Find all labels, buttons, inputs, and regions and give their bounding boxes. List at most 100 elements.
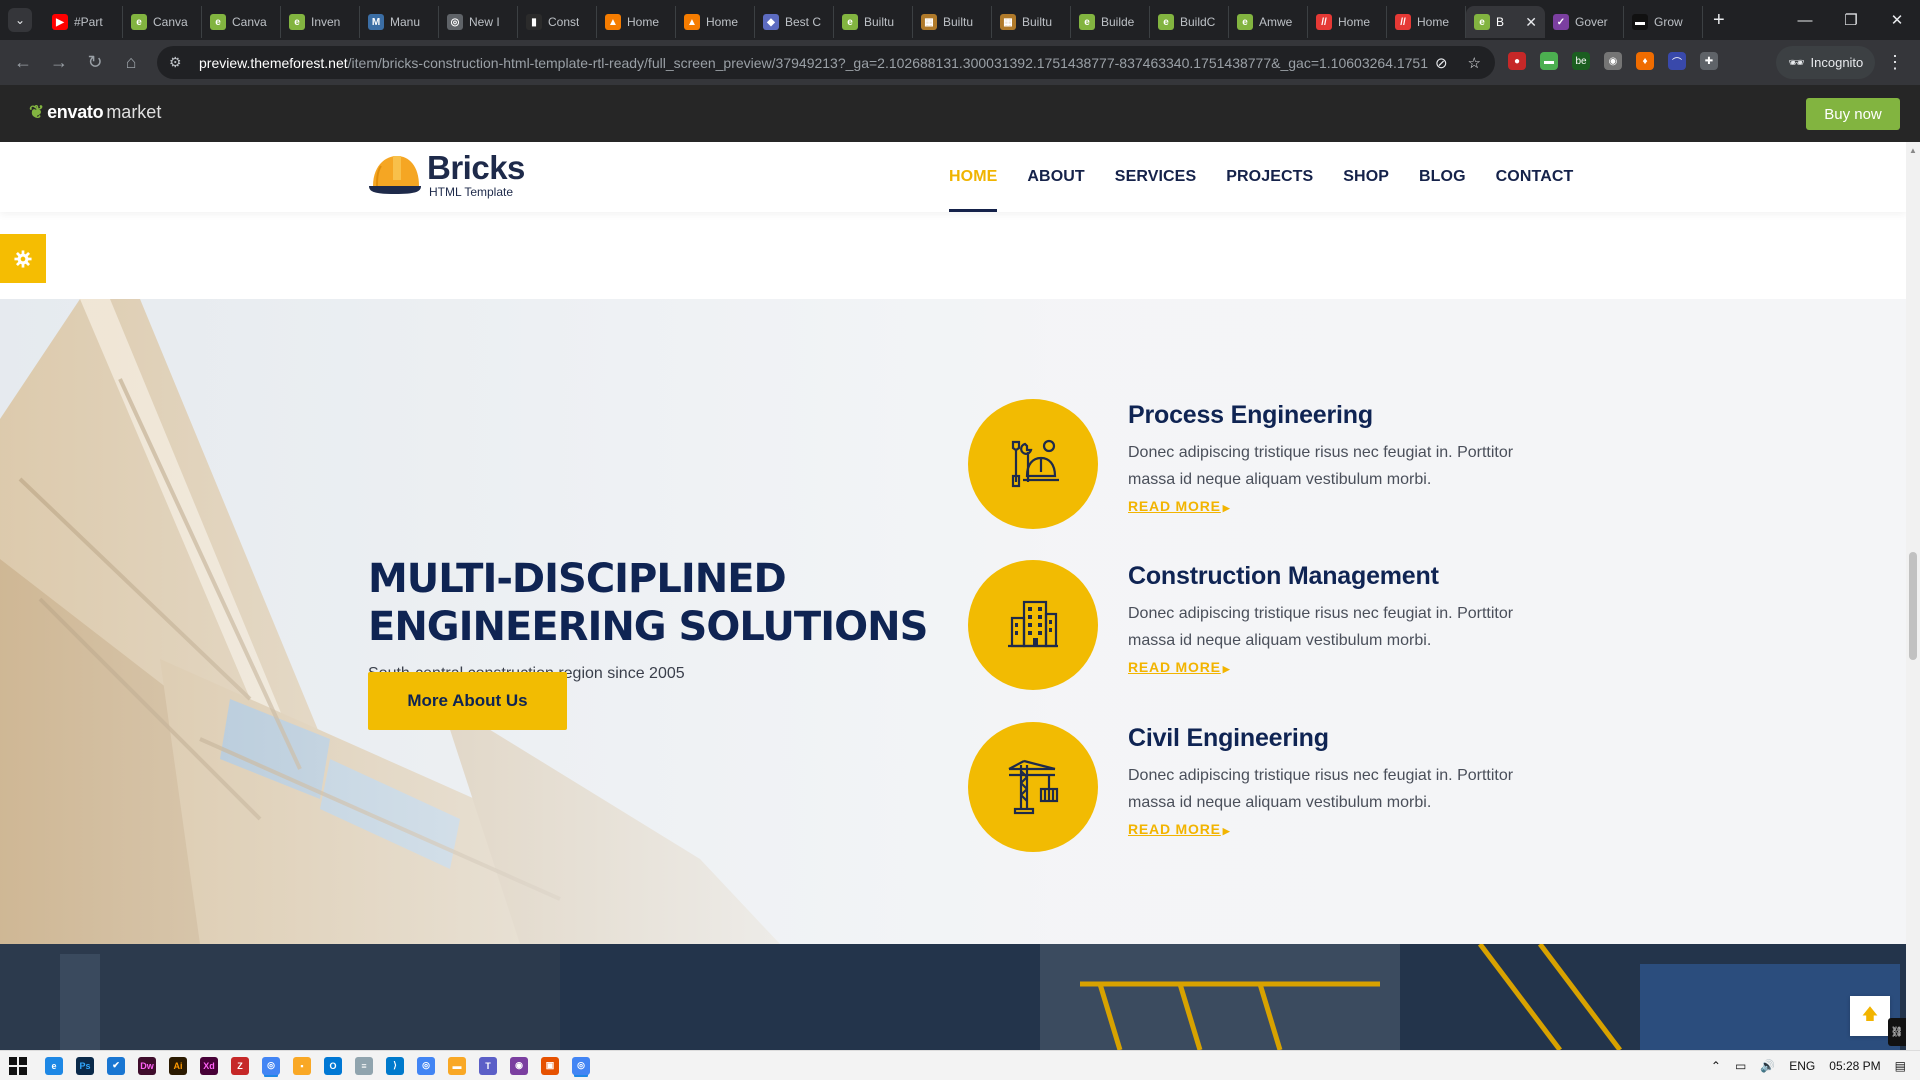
browser-tab[interactable]: e Builtu (834, 6, 913, 38)
address-bar[interactable]: ⚙ preview.themeforest.net/item/bricks-co… (157, 46, 1495, 79)
windows-start-icon[interactable] (9, 1056, 27, 1075)
illustrator-icon[interactable]: Ai (169, 1056, 187, 1075)
photoshop-icon[interactable]: Ps (76, 1056, 94, 1075)
scrollbar-thumb[interactable] (1909, 552, 1917, 660)
browser-tab[interactable]: e Inven (281, 6, 360, 38)
nav-about[interactable]: ABOUT (1027, 142, 1084, 212)
browser-tab[interactable]: ▲ Home (676, 6, 755, 38)
close-window-icon[interactable]: ✕ (1874, 0, 1920, 40)
chevron-up-icon[interactable]: ⌃ (1711, 1059, 1721, 1073)
app-icon[interactable]: ▣ (541, 1056, 559, 1075)
incognito-icon: 🕶 (1788, 54, 1805, 70)
browser-tab[interactable]: ▶ #Part (44, 6, 123, 38)
more-about-us-button[interactable]: More About Us (368, 672, 567, 730)
browser-tab[interactable]: ▲ Home (597, 6, 676, 38)
filezilla-icon[interactable]: Z (231, 1056, 249, 1075)
browser-tab[interactable]: e Canva (123, 6, 202, 38)
browser-tab[interactable]: ▬ Grow (1624, 6, 1703, 38)
bookmark-star-icon[interactable]: ☆ (1468, 54, 1481, 72)
tab-title: Canva (232, 15, 267, 29)
vscode-icon[interactable]: ⟩ (386, 1056, 404, 1075)
url-text[interactable]: preview.themeforest.net/item/bricks-cons… (199, 55, 1429, 71)
clock[interactable]: 05:28 PM (1829, 1059, 1880, 1073)
link-icon[interactable]: ⛓ (1888, 1018, 1906, 1046)
bricks-logo[interactable]: Bricks HTML Template (367, 150, 525, 200)
outlook-icon[interactable]: O (324, 1056, 342, 1075)
service-description: Donec adipiscing tristique risus nec feu… (1128, 444, 1514, 488)
language-indicator[interactable]: ENG (1789, 1059, 1815, 1073)
xd-icon[interactable]: Xd (200, 1056, 218, 1075)
app-icon[interactable]: ◉ (510, 1056, 528, 1075)
edge-icon[interactable]: e (45, 1056, 63, 1075)
window-controls: — ❐ ✕ (1782, 0, 1920, 40)
tab-title: Const (548, 15, 580, 29)
browser-tab[interactable]: e BuildC (1150, 6, 1229, 38)
browser-tab[interactable]: e Canva (202, 6, 281, 38)
read-more-link[interactable]: READ MORE ▶ (1128, 659, 1231, 675)
scroll-to-top-button[interactable]: 🡅 (1850, 996, 1890, 1036)
notifications-icon[interactable]: ▤ (1895, 1059, 1906, 1073)
incognito-badge[interactable]: 🕶 Incognito (1776, 46, 1876, 79)
new-tab-button[interactable]: + (1713, 9, 1725, 32)
nav-services[interactable]: SERVICES (1115, 142, 1196, 212)
browser-tab[interactable]: ✓ Gover (1545, 6, 1624, 38)
chrome-icon[interactable]: ◎ (572, 1056, 590, 1075)
service-title[interactable]: Process Engineering (1128, 401, 1373, 430)
chrome-icon[interactable]: ◎ (262, 1056, 280, 1075)
browser-tab[interactable]: ▦ Builtu (913, 6, 992, 38)
buy-now-button[interactable]: Buy now (1806, 98, 1900, 130)
extension-icon[interactable]: ♦ (1636, 52, 1654, 70)
dreamweaver-icon[interactable]: Dw (138, 1056, 156, 1075)
extension-icon[interactable]: ● (1508, 52, 1526, 70)
restore-icon[interactable]: ❐ (1828, 0, 1874, 40)
site-viewport: Bricks HTML Template HOME ABOUT SERVICES… (0, 142, 1906, 1050)
chrome-icon[interactable]: ◎ (417, 1056, 435, 1075)
theme-settings-button[interactable] (0, 234, 46, 283)
home-icon[interactable]: ⌂ (114, 46, 148, 80)
network-icon[interactable]: ▭ (1735, 1059, 1746, 1073)
minimize-icon[interactable]: — (1782, 0, 1828, 40)
notepad-icon[interactable]: ≡ (355, 1056, 373, 1075)
reload-icon[interactable]: ↻ (78, 46, 112, 80)
read-more-link[interactable]: READ MORE ▶ (1128, 498, 1231, 514)
extension-icon[interactable]: ⌒ (1668, 52, 1686, 70)
file-explorer-icon[interactable]: ▬ (448, 1056, 466, 1075)
back-icon[interactable]: ← (6, 46, 40, 80)
browser-tab[interactable]: ◎ New I (439, 6, 518, 38)
volume-icon[interactable]: 🔊 (1760, 1059, 1775, 1073)
browser-tab[interactable]: e B ✕ (1466, 6, 1545, 38)
nav-blog[interactable]: BLOG (1419, 142, 1466, 212)
browser-tab[interactable]: ▮ Const (518, 6, 597, 38)
browser-tab[interactable]: e Builde (1071, 6, 1150, 38)
browser-tab[interactable]: ◆ Best C (755, 6, 834, 38)
envato-market-logo[interactable]: ❦ envato market (29, 102, 161, 123)
sticky-notes-icon[interactable]: ▪ (293, 1056, 311, 1075)
nav-contact[interactable]: CONTACT (1496, 142, 1574, 212)
tab-search-button[interactable]: ⌄ (8, 8, 32, 32)
read-more-link[interactable]: READ MORE ▶ (1128, 821, 1231, 837)
browser-tab[interactable]: e Amwe (1229, 6, 1308, 38)
browser-tab[interactable]: ▦ Builtu (992, 6, 1071, 38)
eye-off-icon[interactable]: ⊘ (1435, 54, 1448, 72)
browser-tab[interactable]: M Manu (360, 6, 439, 38)
browser-tab[interactable]: // Home (1308, 6, 1387, 38)
service-title[interactable]: Construction Management (1128, 562, 1439, 591)
scroll-up-icon[interactable]: ▲ (1909, 146, 1917, 155)
browser-menu-icon[interactable]: ⋮ (1886, 52, 1904, 73)
extension-icon[interactable]: be (1572, 52, 1590, 70)
nav-shop[interactable]: SHOP (1343, 142, 1389, 212)
extension-icon[interactable]: ▬ (1540, 52, 1558, 70)
teams-icon[interactable]: T (479, 1056, 497, 1075)
close-tab-icon[interactable]: ✕ (1525, 14, 1537, 31)
site-info-icon[interactable]: ⚙ (169, 54, 189, 71)
puzzle-icon[interactable]: ✚ (1700, 52, 1718, 70)
camera-icon[interactable]: ◉ (1604, 52, 1622, 70)
nav-home[interactable]: HOME (949, 142, 998, 212)
todo-icon[interactable]: ✔ (107, 1056, 125, 1075)
browser-tab[interactable]: // Home (1387, 6, 1466, 38)
tab-title: Inven (311, 15, 341, 29)
nav-projects[interactable]: PROJECTS (1226, 142, 1313, 212)
forward-icon[interactable]: → (42, 46, 76, 80)
page-scrollbar[interactable]: ▲ (1906, 142, 1920, 1050)
service-title[interactable]: Civil Engineering (1128, 724, 1329, 753)
